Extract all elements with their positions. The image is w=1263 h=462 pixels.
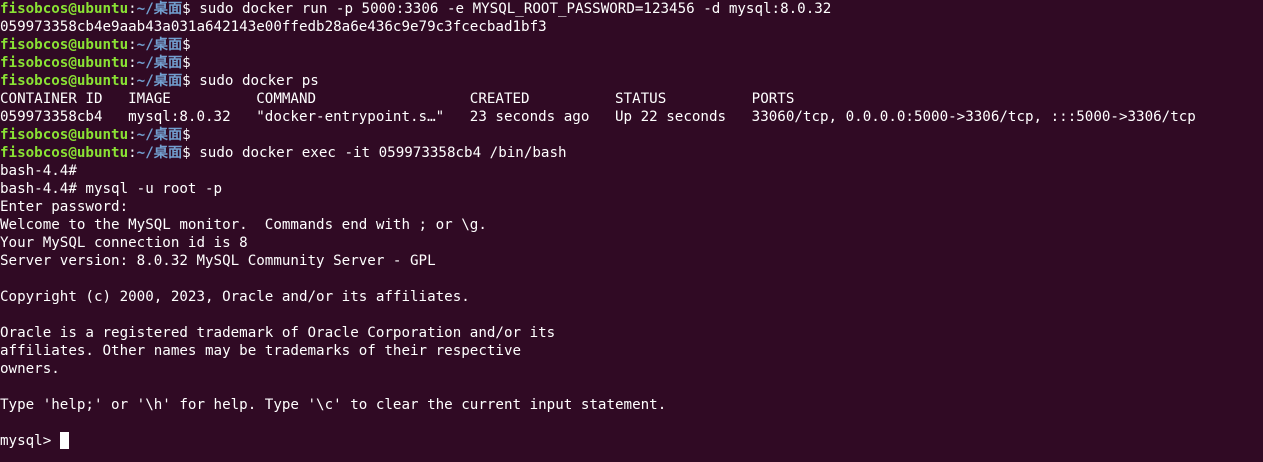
prompt-path: ~/桌面 xyxy=(136,55,183,71)
mysql-input-line[interactable]: mysql> xyxy=(0,432,1263,450)
prompt-line: fisobcos@ubuntu:~/桌面$ sudo docker run -p… xyxy=(0,1,832,17)
output-line: affiliates. Other names may be trademark… xyxy=(0,343,522,359)
prompt-user: fisobcos@ubuntu xyxy=(0,145,129,161)
prompt-line: fisobcos@ubuntu:~/桌面$ xyxy=(0,127,200,143)
prompt-path: ~/桌面 xyxy=(136,145,183,161)
text-cursor xyxy=(59,432,69,449)
prompt-path: ~/桌面 xyxy=(136,1,183,17)
prompt-path: ~/桌面 xyxy=(136,37,183,53)
output-line: Server version: 8.0.32 MySQL Community S… xyxy=(0,253,436,269)
output-line: owners. xyxy=(0,361,60,377)
prompt-line: fisobcos@ubuntu:~/桌面$ xyxy=(0,37,200,53)
table-row: 059973358cb4 mysql:8.0.32 "docker-entryp… xyxy=(0,109,1196,125)
output-line: Copyright (c) 2000, 2023, Oracle and/or … xyxy=(0,289,470,305)
prompt-path: ~/桌面 xyxy=(136,127,183,143)
output-line: Enter password: xyxy=(0,199,129,215)
command-text: sudo docker run -p 5000:3306 -e MYSQL_RO… xyxy=(199,1,832,17)
table-header: CONTAINER ID IMAGE COMMAND CREATED STATU… xyxy=(0,91,795,107)
prompt-path: ~/桌面 xyxy=(136,73,183,89)
prompt-user: fisobcos@ubuntu xyxy=(0,1,129,17)
prompt-line: fisobcos@ubuntu:~/桌面$ sudo docker ps xyxy=(0,73,319,89)
command-text: sudo docker exec -it 059973358cb4 /bin/b… xyxy=(199,145,567,161)
command-text: sudo docker ps xyxy=(199,73,319,89)
output-line: Type 'help;' or '\h' for help. Type '\c'… xyxy=(0,397,667,413)
output-line: Your MySQL connection id is 8 xyxy=(0,235,248,251)
output-line: Welcome to the MySQL monitor. Commands e… xyxy=(0,217,487,233)
output-line: bash-4.4# mysql -u root -p xyxy=(0,181,223,197)
output-line: Oracle is a registered trademark of Orac… xyxy=(0,325,556,341)
prompt-line: fisobcos@ubuntu:~/桌面$ xyxy=(0,55,200,71)
output-line: bash-4.4# xyxy=(0,163,77,179)
prompt-user: fisobcos@ubuntu xyxy=(0,37,129,53)
terminal-window[interactable]: fisobcos@ubuntu:~/桌面$ sudo docker run -p… xyxy=(0,0,1263,462)
mysql-prompt: mysql> xyxy=(0,433,60,449)
output-line: 059973358cb4e9aab43a031a642143e00ffedb28… xyxy=(0,19,547,35)
prompt-line: fisobcos@ubuntu:~/桌面$ sudo docker exec -… xyxy=(0,145,567,161)
prompt-user: fisobcos@ubuntu xyxy=(0,73,129,89)
prompt-user: fisobcos@ubuntu xyxy=(0,127,129,143)
prompt-user: fisobcos@ubuntu xyxy=(0,55,129,71)
